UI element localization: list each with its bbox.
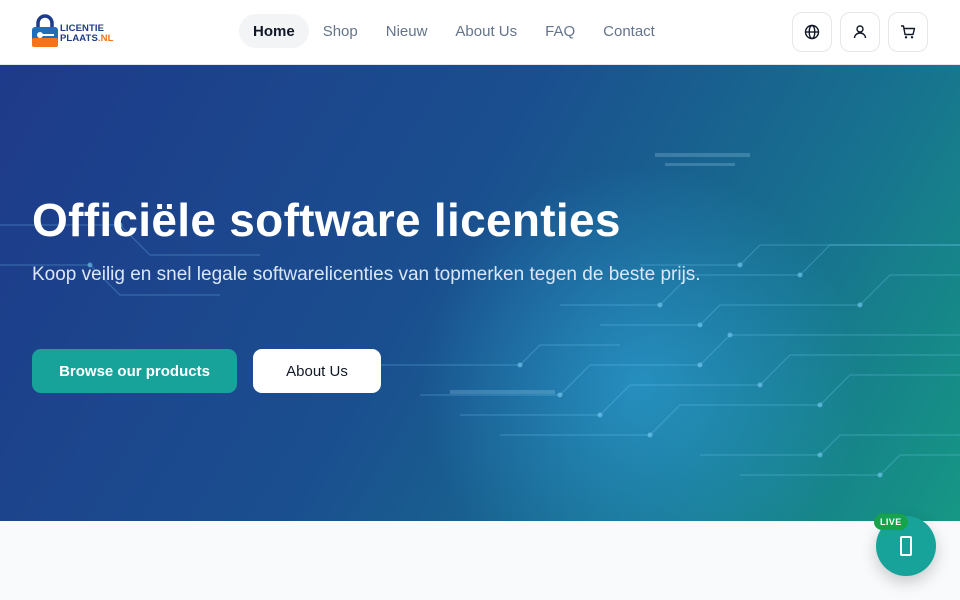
nav-contact[interactable]: Contact [589, 14, 669, 48]
hero-title: Officiële software licenties [32, 194, 621, 246]
user-icon [853, 25, 867, 39]
live-badge: LIVE [874, 514, 908, 530]
lock-logo-icon [32, 14, 58, 47]
browse-products-button[interactable]: Browse our products [32, 349, 237, 393]
globe-icon [804, 24, 820, 40]
nav-nieuw[interactable]: Nieuw [372, 14, 442, 48]
circuit-background [0, 153, 960, 478]
language-button[interactable] [792, 12, 832, 52]
hero-subtitle: Koop veilig en snel legale softwarelicen… [32, 264, 701, 285]
cart-button[interactable] [888, 12, 928, 52]
nav-about-us[interactable]: About Us [441, 14, 531, 48]
logo-text: LICENTIE PLAATS.NL [60, 24, 114, 44]
logo[interactable]: LICENTIE PLAATS.NL [31, 14, 117, 50]
logo-line-2: PLAATS [60, 33, 98, 44]
chat-icon [900, 536, 912, 556]
nav-home[interactable]: Home [239, 14, 309, 48]
logo-suffix: .NL [97, 33, 114, 44]
hero-section: Officiële software licenties Koop veilig… [0, 65, 960, 521]
main-nav: Home Shop Nieuw About Us FAQ Contact [239, 14, 669, 48]
about-us-button[interactable]: About Us [253, 349, 381, 393]
nav-faq[interactable]: FAQ [531, 14, 589, 48]
cart-icon [901, 25, 916, 39]
account-button[interactable] [840, 12, 880, 52]
site-header: LICENTIE PLAATS.NL Home Shop Nieuw About… [0, 0, 960, 65]
nav-shop[interactable]: Shop [309, 14, 372, 48]
